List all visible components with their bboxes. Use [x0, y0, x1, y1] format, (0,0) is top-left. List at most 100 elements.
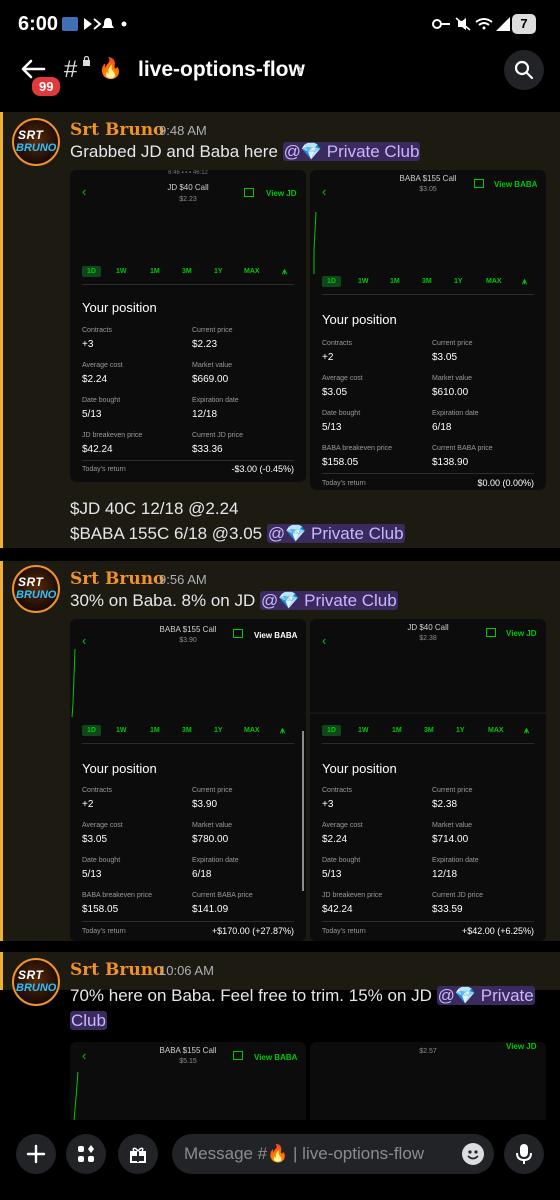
status-bar: 6:00 7: [0, 0, 560, 48]
field-value: 6/18: [432, 422, 452, 433]
gift-button[interactable]: [118, 1134, 158, 1174]
range-1m: 1M: [392, 727, 402, 734]
attachment-image[interactable]: ‹ BABA $155 Call $3.05 View BABA 1D 1W 1…: [310, 170, 546, 490]
chart-settings-icon: ⩚: [280, 725, 286, 735]
message-text: $BABA 155C 6/18 @3.05 @💎 Private Club: [70, 521, 405, 546]
field-label: Market value: [192, 362, 233, 369]
apps-button[interactable]: [66, 1134, 106, 1174]
message[interactable]: SRT BRUNO Srt Bruno 9:56 AM 30% on Baba.…: [0, 561, 560, 941]
field-value: 6/18: [192, 869, 212, 880]
avatar-text: SRT: [18, 968, 44, 982]
return-value: +$170.00 (+27.87%): [211, 926, 294, 936]
author-name[interactable]: Srt Bruno: [70, 569, 164, 589]
field-value: $714.00: [432, 834, 469, 845]
range-1w: 1W: [116, 727, 127, 734]
price-chart: [71, 648, 76, 717]
field-label: JD breakeven price: [322, 892, 383, 899]
scrollbar[interactable]: [302, 731, 304, 891]
role-mention[interactable]: @💎 Private Club: [259, 591, 398, 610]
field-value: 12/18: [432, 869, 458, 880]
author-name[interactable]: Srt Bruno: [70, 960, 164, 980]
range-3m: 3M: [182, 727, 192, 734]
role-mention[interactable]: @💎 Private: [436, 986, 535, 1005]
field-value: $2.24: [322, 834, 348, 845]
field-label: BABA breakeven price: [322, 445, 393, 452]
field-label: Contracts: [82, 327, 112, 334]
field-value: $33.59: [432, 904, 463, 915]
message-timestamp: 9:48 AM: [159, 123, 207, 138]
range-max: MAX: [244, 727, 260, 734]
apps-icon: [78, 1145, 94, 1162]
role-mention[interactable]: Club: [70, 1011, 107, 1030]
message-text: 70% here on Baba. Feel free to trim. 15%…: [70, 983, 540, 1008]
search-icon: [514, 60, 534, 80]
chart-settings-icon: ⩚: [282, 266, 288, 276]
field-label: Average cost: [322, 822, 363, 829]
message[interactable]: SRT BRUNO Srt Bruno 10:06 AM 70% here on…: [0, 952, 560, 1120]
position-heading: Your position: [82, 300, 157, 315]
field-label: BABA breakeven price: [82, 892, 153, 899]
attachment-image[interactable]: ‹ BABA $155 Call $3.90 View BABA 1D 1W 1…: [70, 619, 306, 941]
position-heading: Your position: [322, 761, 397, 776]
range-1m: 1M: [150, 727, 160, 734]
message-text: Club: [70, 1008, 107, 1033]
search-button[interactable]: [504, 50, 544, 90]
avatar[interactable]: SRT BRUNO: [12, 958, 60, 1006]
position-heading: Your position: [322, 312, 397, 327]
attachment-image[interactable]: $2.57 View JD: [310, 1042, 546, 1120]
attachment-image[interactable]: ‹ BABA $155 Call $5.15 View BABA: [70, 1042, 306, 1120]
field-label: Date bought: [82, 857, 121, 864]
channel-chevron-icon[interactable]: ›: [296, 56, 303, 82]
view-stock-link: View BABA: [254, 631, 298, 640]
lock-icon: [83, 56, 90, 66]
field-value: $610.00: [432, 387, 469, 398]
range-3m: 3M: [424, 727, 434, 734]
avatar[interactable]: SRT BRUNO: [12, 118, 60, 166]
divider: [82, 284, 294, 285]
field-value: $158.05: [322, 457, 359, 468]
field-value: $669.00: [192, 374, 229, 385]
mention-highlight-bar: [0, 952, 3, 990]
role-mention[interactable]: @💎 Private Club: [282, 142, 421, 161]
divider: [82, 921, 294, 922]
emoji-button[interactable]: [462, 1143, 484, 1165]
divider: [322, 921, 534, 922]
field-value: +3: [82, 339, 94, 350]
view-stock-link: View BABA: [494, 180, 538, 189]
emoji-icon: [467, 1150, 479, 1160]
author-name[interactable]: Srt Bruno: [70, 120, 164, 140]
channel-name[interactable]: live-options-flow: [138, 58, 305, 82]
view-stock-link: View JD: [266, 189, 297, 198]
field-label: Average cost: [82, 822, 123, 829]
field-value: 5/13: [82, 409, 102, 420]
field-value: $3.90: [192, 799, 218, 810]
field-value: $42.24: [322, 904, 353, 915]
return-value: $0.00 (0.00%): [477, 478, 534, 488]
field-label: Average cost: [322, 375, 363, 382]
view-stock-link: View BABA: [254, 1053, 298, 1062]
message-input[interactable]: Message #🔥 | live-options-flow: [172, 1134, 494, 1174]
plus-icon: [26, 1144, 46, 1164]
add-attachment-button[interactable]: [16, 1134, 56, 1174]
field-label: Current price: [432, 787, 473, 794]
notification-icons: [62, 17, 127, 31]
range-1w: 1W: [116, 268, 127, 275]
message-input-placeholder: Message #🔥 | live-options-flow: [184, 1144, 425, 1163]
attachment-image[interactable]: 6:46 ▪ ▪ ▪ 46:12 ‹ JD $40 Call $2.23 Vie…: [70, 170, 306, 482]
field-value: $33.36: [192, 444, 223, 455]
field-label: Date bought: [82, 397, 121, 404]
field-label: Expiration date: [192, 857, 239, 864]
message[interactable]: SRT BRUNO Srt Bruno 9:48 AM Grabbed JD a…: [0, 112, 560, 548]
battery-indicator: 7: [512, 14, 536, 34]
status-time: 6:00: [18, 13, 59, 35]
role-mention[interactable]: @💎 Private Club: [266, 524, 405, 543]
avatar-text: BRUNO: [16, 142, 57, 154]
avatar[interactable]: SRT BRUNO: [12, 565, 60, 613]
range-max: MAX: [486, 278, 502, 285]
channel-header: 99 # 🔥 live-options-flow ›: [0, 48, 560, 100]
field-label: Current JD price: [192, 432, 243, 439]
field-value: $158.05: [82, 904, 119, 915]
attachment-image[interactable]: ‹ JD $40 Call $2.38 View JD 1D 1W 1M 3M …: [310, 619, 546, 941]
voice-message-button[interactable]: [504, 1134, 544, 1174]
message-text-part: Grabbed JD and Baba here: [70, 142, 283, 161]
